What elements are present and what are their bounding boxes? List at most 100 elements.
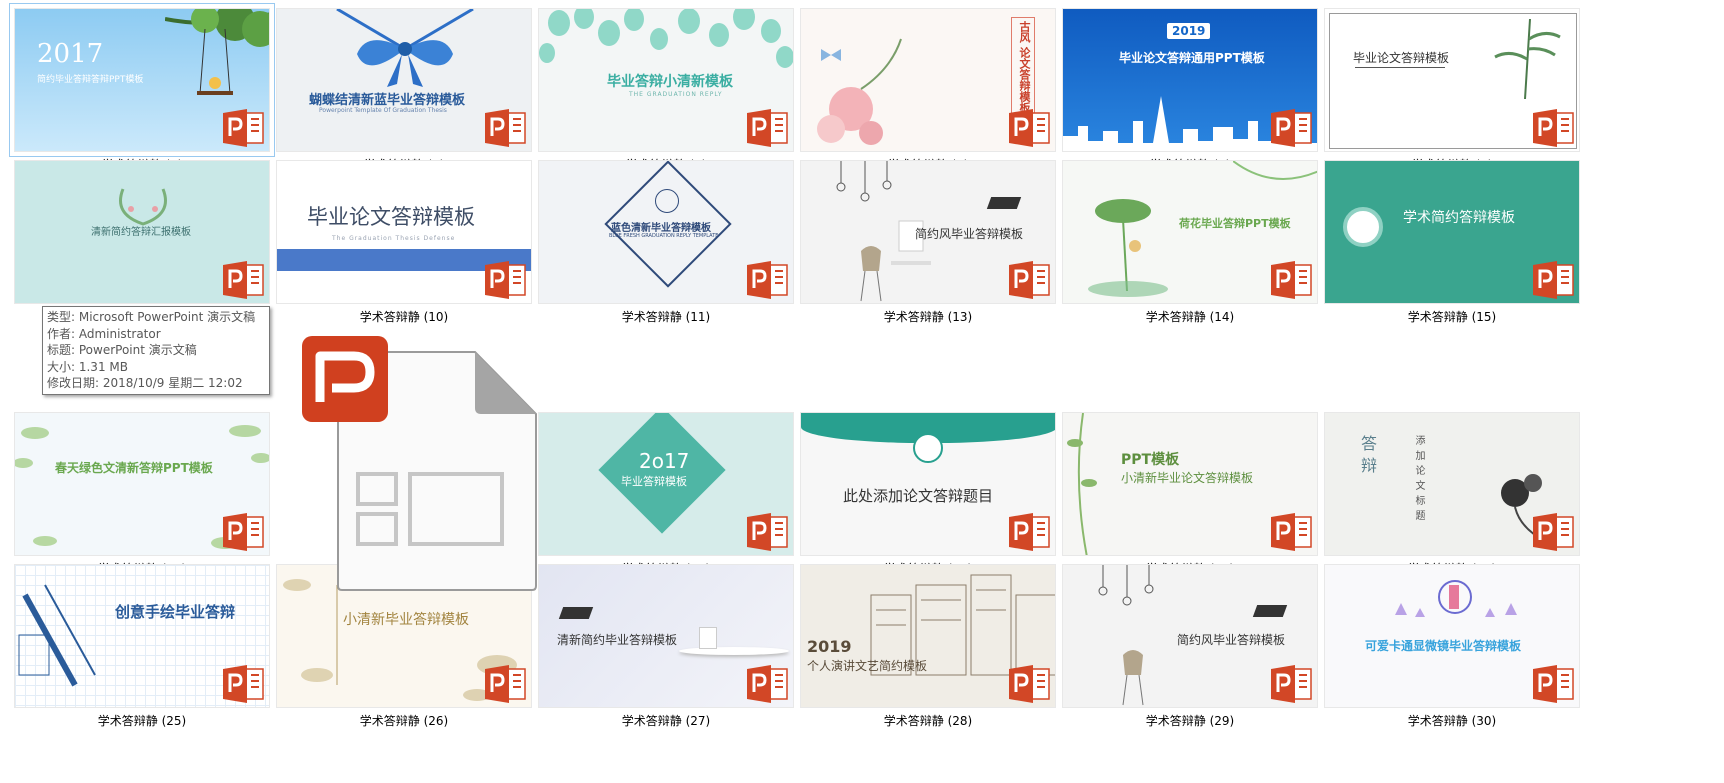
powerpoint-icon [1009,513,1051,551]
thumbnail: 2019 毕业论文答辩通用PPT模板 [1062,8,1318,152]
powerpoint-icon [223,513,265,551]
powerpoint-icon [1533,665,1575,703]
slide-title: 创意手绘毕业答辩 [115,603,236,621]
thumbnail: PPT模板 小清新毕业论文答辩模板 [1062,412,1318,556]
powerpoint-icon [485,665,527,703]
slide-title: 荷花毕业答辩PPT模板 [1179,217,1291,230]
powerpoint-icon [485,109,527,147]
slide-title: 此处添加论文答辩题目 [843,487,994,505]
thumbnail: 答辩 添加论文标题 [1324,412,1580,556]
powerpoint-icon [1271,109,1313,147]
tooltip-modified: 修改日期: 2018/10/9 星期二 12:02 [47,376,243,391]
powerpoint-icon [1533,109,1575,147]
tooltip-type: 类型: Microsoft PowerPoint 演示文稿 [47,310,256,324]
tooltip-size: 大小: 1.31 MB [47,359,128,374]
powerpoint-icon [223,261,265,299]
slide-subtitle: 小清新毕业论文答辩模板 [1121,471,1254,485]
divider [1355,67,1445,68]
powerpoint-icon [1533,513,1575,551]
powerpoint-icon [223,665,265,703]
file-name[interactable]: 学术答辩静 (13) [800,308,1056,325]
thumbnail: 春天绿色文清新答辩PPT模板 [14,412,270,556]
powerpoint-icon [747,665,789,703]
powerpoint-icon [1009,109,1051,147]
slide-title: 小清新毕业答辩模板 [343,612,469,628]
slide-title: 毕业论文答辩模板 [1353,51,1450,65]
slide-subtitle: 毕业答辩模板 [621,475,687,488]
slide-title: 2017 [37,39,104,69]
graduation-cap-icon [1252,605,1288,617]
thumbnail: 清新简约毕业答辩模板 [538,564,794,708]
thumbnail: 此处添加论文答辩题目 [800,412,1056,556]
microscope-illustration [1395,580,1517,617]
slide-title: 毕业答辩小清新模板 [607,74,733,90]
table-illustration [679,647,789,655]
file-name[interactable]: 学术答辩静 (25) [14,712,270,729]
graduation-cap-icon [1343,207,1383,247]
file-properties-tooltip: 类型: Microsoft PowerPoint 演示文稿 作者: Admini… [42,306,270,395]
thumbnail: 学术简约答辩模板 [1324,160,1580,304]
file-name[interactable]: 学术答辩静 (11) [538,308,794,325]
file-name[interactable]: 学术答辩静 (10) [276,308,532,325]
balloons-illustration [539,9,793,68]
file-name[interactable]: 学术答辩静 (30) [1324,712,1580,729]
thumbnail: 可爱卡通显微镜毕业答辩模板 [1324,564,1580,708]
slide-subtitle: 简约毕业答辩答辩PPT模板 [37,75,144,85]
slide-title: 简约风毕业答辩模板 [915,227,1024,241]
stationery-illustration [18,584,96,687]
file-name[interactable]: 学术答辩静 (27) [538,712,794,729]
slide-title: 2o17 [639,449,690,473]
file-name[interactable]: 学术答辩静 (14) [1062,308,1318,325]
emblem-icon [655,189,679,213]
flower-illustration [817,38,902,145]
slide-title: 古风 论文答辩模板 [1018,21,1031,113]
slide-title: 可爱卡通显微镜毕业答辩模板 [1365,639,1522,653]
slide-subtitle: Powerpoint Template Of Graduation Thesis [319,107,447,114]
thumbnail: 蓝色清新毕业答辩模板 BLUE FRESH GRADUATION REPLY T… [538,160,794,304]
vertical-title-frame: 古风 论文答辩模板 [1011,17,1035,124]
thumbnail: 2019 个人演讲文艺简约模板 [800,564,1056,708]
slide-title: 蝴蝶结清新蓝毕业答辩模板 [309,93,466,108]
thumbnail: 蝴蝶结清新蓝毕业答辩模板 Powerpoint Template Of Grad… [276,8,532,152]
vine-illustration [1067,413,1097,555]
powerpoint-icon [747,513,789,551]
slide-title: 清新简约答辩汇报模板 [91,227,191,238]
file-name[interactable]: 学术答辩静 (15) [1324,308,1580,325]
bamboo-illustration [1494,19,1561,99]
slide-year: 2019 [807,637,852,656]
thumbnail: 2o17 毕业答辩模板 [538,412,794,556]
powerpoint-icon [1533,261,1575,299]
bow-illustration [336,9,474,87]
slide-subtitle: The Graduation Thesis Defense [332,235,456,242]
thumbnail: 简约风毕业答辩模板 [1062,564,1318,708]
graduation-cap-icon [558,607,594,619]
slide-title: 春天绿色文清新答辩PPT模板 [55,461,213,475]
slide-subtitle: BLUE FRESH GRADUATION REPLY TEMPLATE [609,233,719,239]
slide-title: 个人演讲文艺简约模板 [807,659,928,673]
powerpoint-icon [1009,665,1051,703]
powerpoint-icon [747,109,789,147]
tooltip-title: 标题: PowerPoint 演示文稿 [47,343,197,358]
slide-title: 学术简约答辩模板 [1403,210,1515,226]
thumbnail: 毕业论文答辩模板 The Graduation Thesis Defense [276,160,532,304]
powerpoint-icon [485,261,527,299]
powerpoint-icon [1271,261,1313,299]
powerpoint-icon [223,109,265,147]
slide-title: 毕业论文答辩模板 [307,205,475,229]
slide-title: 蓝色清新毕业答辩模板 [611,223,711,234]
thumbnail: 清新简约答辩汇报模板 [14,160,270,304]
powerpoint-icon [1271,513,1313,551]
emblem-icon [913,433,943,463]
lotus-illustration [1088,199,1168,297]
thumbnail: 荷花毕业答辩PPT模板 [1062,160,1318,304]
slide-title: 简约风毕业答辩模板 [1177,633,1286,647]
slide-title: 清新简约毕业答辩模板 [557,633,678,647]
powerpoint-icon [1009,261,1051,299]
plant-pot-illustration [699,627,717,649]
willow-illustration [1233,161,1317,180]
powerpoint-icon [747,261,789,299]
file-name[interactable]: 学术答辩静 (28) [800,712,1056,729]
file-name[interactable]: 学术答辩静 (29) [1062,712,1318,729]
file-name[interactable]: 学术答辩静 (26) [276,712,532,729]
tree-branch-illustration [165,9,269,95]
